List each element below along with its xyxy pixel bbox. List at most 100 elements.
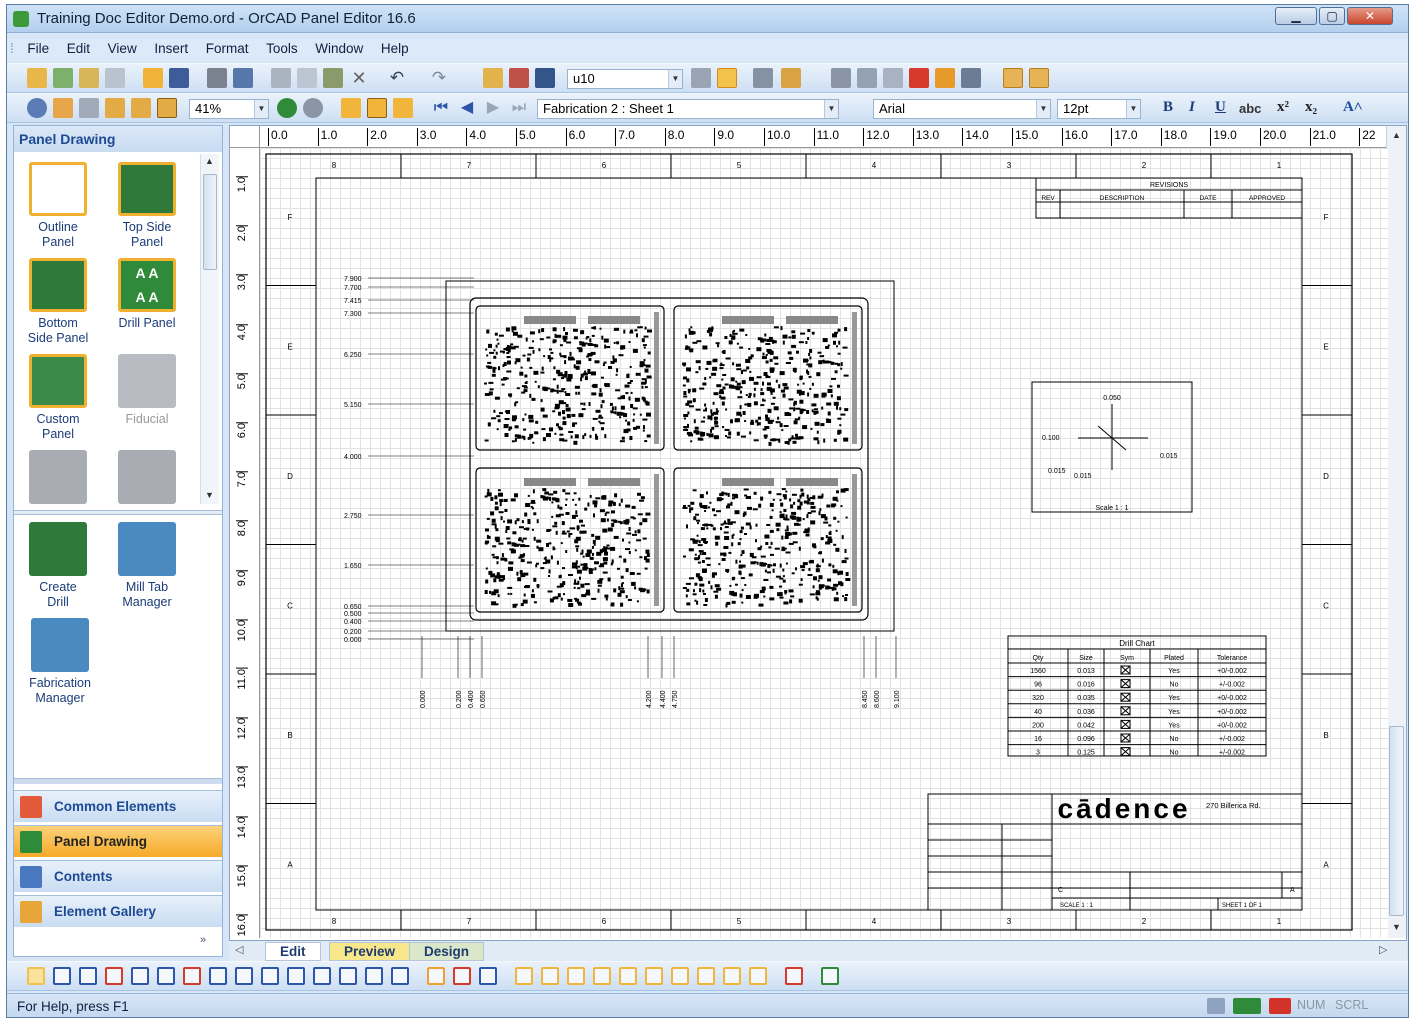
maximize-button[interactable]: ▢ <box>1319 7 1345 25</box>
scroll-thumb[interactable] <box>203 174 217 270</box>
line-icon[interactable] <box>53 967 71 985</box>
mirror-icon[interactable] <box>391 967 409 985</box>
chevron-down-icon[interactable]: ▼ <box>1036 100 1050 118</box>
tabs-scroll-right-icon[interactable]: ▷ <box>1379 943 1387 956</box>
redo-icon[interactable]: ↷ <box>429 68 449 88</box>
nav-overflow-icon[interactable]: » <box>200 934 206 946</box>
fiducial-item[interactable]: Fiducial <box>106 354 188 427</box>
zoom-icon[interactable] <box>753 68 773 88</box>
italic-button[interactable]: I <box>1189 99 1195 116</box>
nav-element-gallery[interactable]: Element Gallery <box>14 895 222 927</box>
highlight-icon[interactable] <box>717 68 737 88</box>
tag-icon[interactable] <box>691 68 711 88</box>
chevron-down-icon[interactable]: ▼ <box>254 100 268 118</box>
sidebar-splitter[interactable] <box>14 510 222 515</box>
zoom-width-icon[interactable] <box>131 98 151 118</box>
nav-contents[interactable]: Contents <box>14 860 222 892</box>
scroll-down-icon[interactable]: ▼ <box>1392 922 1401 932</box>
zoom-tool-icon[interactable] <box>27 98 47 118</box>
zoom-selection-icon[interactable] <box>157 98 177 118</box>
tools-icon[interactable] <box>509 68 529 88</box>
send-back-icon[interactable] <box>671 967 689 985</box>
grow-font-button[interactable]: A˄ <box>1343 99 1362 116</box>
new-panel-icon[interactable] <box>79 68 99 88</box>
tab-design[interactable]: Design <box>409 942 485 961</box>
tabs-scroll-left-icon[interactable]: ◁ <box>235 943 243 956</box>
menu-tools[interactable]: Tools <box>259 39 305 58</box>
spell-check-icon[interactable] <box>233 68 253 88</box>
cut-icon[interactable] <box>271 68 291 88</box>
new-template-icon[interactable] <box>53 68 73 88</box>
dimension-icon[interactable] <box>313 967 331 985</box>
vertical-scrollbar[interactable]: ▲ ▼ <box>1386 126 1406 938</box>
bring-front-icon[interactable] <box>645 967 663 985</box>
back-icon[interactable] <box>277 98 297 118</box>
group-icon[interactable] <box>697 967 715 985</box>
corner-icon[interactable] <box>453 967 471 985</box>
image-icon[interactable] <box>935 68 955 88</box>
nav-splitter[interactable] <box>14 778 222 784</box>
menu-edit[interactable]: Edit <box>60 39 97 58</box>
scroll-down-icon[interactable]: ▼ <box>205 490 214 500</box>
scroll-up-icon[interactable]: ▲ <box>205 156 214 166</box>
paste-icon[interactable] <box>323 68 343 88</box>
table-icon[interactable] <box>785 967 803 985</box>
two-page-icon[interactable] <box>367 98 387 118</box>
ellipse-icon[interactable] <box>183 967 201 985</box>
edit-icon[interactable] <box>483 68 503 88</box>
rotate-icon[interactable] <box>365 967 383 985</box>
ungroup-icon[interactable] <box>723 967 741 985</box>
diagonal-icon[interactable] <box>479 967 497 985</box>
custom-panel-item[interactable]: Custom Panel <box>17 354 99 442</box>
minimize-button[interactable]: ▁ <box>1275 7 1317 25</box>
last-page-icon[interactable]: ⏭ <box>509 98 529 118</box>
snap-toggle-icon[interactable] <box>1029 68 1049 88</box>
bold-button[interactable]: B <box>1163 99 1173 116</box>
sidebar-scrollbar[interactable]: ▲ ▼ <box>200 154 219 504</box>
bottom-side-panel-item[interactable]: Bottom Side Panel <box>17 258 99 346</box>
leader-icon[interactable] <box>339 967 357 985</box>
chart-icon[interactable] <box>883 68 903 88</box>
format-icon[interactable] <box>749 967 767 985</box>
bezier-icon[interactable] <box>235 967 253 985</box>
gallery-item-8[interactable] <box>106 450 188 508</box>
line-width-icon[interactable] <box>427 967 445 985</box>
outline-panel-item[interactable]: Outline Panel <box>17 162 99 250</box>
mill-tab-manager-tool[interactable]: Mill Tab Manager <box>106 522 188 610</box>
tab-edit[interactable]: Edit <box>265 942 321 961</box>
board-icon[interactable] <box>821 967 839 985</box>
next-page-icon[interactable]: ▶ <box>483 98 503 118</box>
find-icon[interactable] <box>535 68 555 88</box>
copy-icon[interactable] <box>297 68 317 88</box>
top-side-panel-item[interactable]: Top Side Panel <box>106 162 188 250</box>
polygon-icon[interactable] <box>209 967 227 985</box>
single-page-icon[interactable] <box>341 98 361 118</box>
text-icon[interactable] <box>287 967 305 985</box>
chevron-down-icon[interactable]: ▼ <box>1126 100 1140 118</box>
align-left-icon[interactable] <box>515 967 533 985</box>
search-combo[interactable]: u10 ▼ <box>567 69 683 89</box>
forward-icon[interactable] <box>303 98 323 118</box>
shape-icon[interactable] <box>619 967 637 985</box>
drawing-sheet[interactable]: 8877665544332211FFEEDDCCBBAA REVISIONS R… <box>260 148 1388 938</box>
align-center-icon[interactable] <box>541 967 559 985</box>
close-button[interactable]: ✕ <box>1347 7 1393 25</box>
multi-page-icon[interactable] <box>393 98 413 118</box>
superscript-button[interactable]: x² <box>1277 99 1289 116</box>
chevron-down-icon[interactable]: ▼ <box>668 70 682 88</box>
nav-common-elements[interactable]: Common Elements <box>14 790 222 822</box>
fabrication-manager-tool[interactable]: Fabrication Manager <box>17 618 103 706</box>
freehand-icon[interactable] <box>261 967 279 985</box>
zoom-fit-icon[interactable] <box>79 98 99 118</box>
properties-icon[interactable] <box>105 68 125 88</box>
drill-panel-item[interactable]: A AA A Drill Panel <box>106 258 188 331</box>
scroll-thumb[interactable] <box>1389 726 1404 916</box>
tab-preview[interactable]: Preview <box>329 942 411 961</box>
scroll-up-icon[interactable]: ▲ <box>1392 130 1401 140</box>
menu-window[interactable]: Window <box>308 39 370 58</box>
pan-hand-icon[interactable] <box>53 98 73 118</box>
grid-toggle-icon[interactable] <box>1003 68 1023 88</box>
align-right-icon[interactable] <box>567 967 585 985</box>
menu-format[interactable]: Format <box>199 39 256 58</box>
subscript-button[interactable]: x₂ <box>1305 99 1317 116</box>
